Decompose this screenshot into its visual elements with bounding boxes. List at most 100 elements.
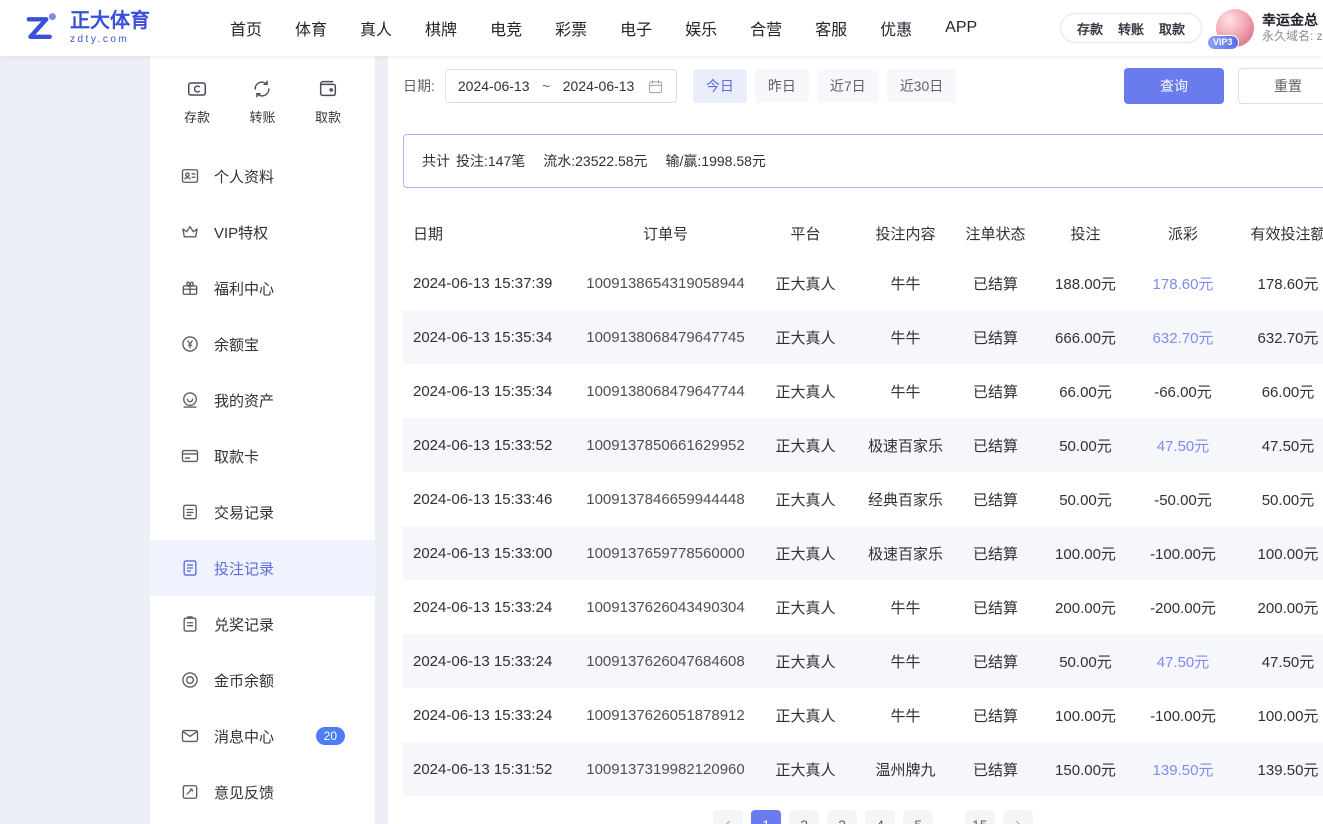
- sidebar-item-profile[interactable]: 个人资料: [150, 148, 375, 204]
- range-yesterday[interactable]: 昨日: [755, 69, 809, 103]
- filter-buttons: 查询 重置: [1124, 68, 1323, 104]
- nav-item-chess[interactable]: 棋牌: [425, 16, 457, 40]
- cell-valid: 139.50元: [1233, 742, 1323, 796]
- sidebar-quick-actions: 存款转账 取款: [150, 78, 375, 134]
- vip-badge: VIP3: [1207, 35, 1239, 50]
- range-today[interactable]: 今日: [693, 69, 747, 103]
- sidebar-item-message-center[interactable]: 消息中心20: [150, 708, 375, 764]
- main-nav: 首页 体育 真人 棋牌 电竞 彩票 电子 娱乐 合营 客服 优惠 APP: [230, 16, 977, 40]
- column-header-0: 日期: [403, 210, 578, 256]
- page-button-5[interactable]: 5: [903, 810, 933, 824]
- table-header-row: 日期订单号平台投注内容注单状态投注派彩有效投注额: [403, 210, 1323, 256]
- sidebar-item-label: 取款卡: [214, 446, 259, 467]
- cell-status: 已结算: [953, 580, 1038, 634]
- cell-valid: 47.50元: [1233, 634, 1323, 688]
- sidebar-item-label: 消息中心: [214, 726, 274, 747]
- pagination: 12345...15: [403, 810, 1323, 824]
- sidebar-item-withdraw-card[interactable]: 取款卡: [150, 428, 375, 484]
- cell-payout: 47.50元: [1133, 634, 1233, 688]
- cell-date: 2024-06-13 15:33:24: [403, 634, 578, 688]
- sidebar-item-transactions[interactable]: 交易记录: [150, 484, 375, 540]
- cell-date: 2024-06-13 15:37:39: [403, 256, 578, 310]
- cell-date: 2024-06-13 15:35:34: [403, 364, 578, 418]
- page-button-2[interactable]: 2: [789, 810, 819, 824]
- nav-item-sports[interactable]: 体育: [295, 16, 327, 40]
- sidebar-item-feedback[interactable]: 意见反馈: [150, 764, 375, 820]
- cell-bet: 66.00元: [1038, 364, 1133, 418]
- page-button-4[interactable]: 4: [865, 810, 895, 824]
- brand-logo[interactable]: 正大体育 zdty.com: [20, 7, 206, 49]
- sidebar-item-bet-records[interactable]: 投注记录: [150, 540, 375, 596]
- page-body: 存款转账 取款 个人资料 VIP特权福利中心余额宝我的资产取款卡交易记录投注记录兑奖…: [0, 56, 1323, 824]
- nav-item-esports[interactable]: 电竞: [490, 16, 522, 40]
- yuebao-icon: [180, 334, 200, 354]
- table-row: 2024-06-13 15:33:001009137659778560000正大…: [403, 526, 1323, 580]
- range-last30[interactable]: 近30日: [887, 69, 957, 103]
- cell-content: 极速百家乐: [858, 418, 953, 472]
- quick-action-deposit[interactable]: 存款: [184, 78, 210, 126]
- sidebar-item-vip[interactable]: VIP特权: [150, 204, 375, 260]
- quick-action-withdraw[interactable]: 取款: [315, 78, 341, 126]
- search-button[interactable]: 查询: [1124, 68, 1224, 104]
- quick-action-transfer[interactable]: 转账: [249, 78, 275, 126]
- nav-item-promo[interactable]: 优惠: [880, 16, 912, 40]
- nav-item-service[interactable]: 客服: [815, 16, 847, 40]
- nav-item-app[interactable]: APP: [945, 19, 977, 37]
- avatar[interactable]: VIP3: [1216, 9, 1254, 47]
- nav-item-slots[interactable]: 电子: [620, 16, 652, 40]
- nav-item-entertainment[interactable]: 娱乐: [685, 16, 717, 40]
- nav-item-lottery[interactable]: 彩票: [555, 16, 587, 40]
- date-range-picker[interactable]: 2024-06-13 ~ 2024-06-13: [445, 69, 677, 103]
- cell-content: 牛牛: [858, 256, 953, 310]
- sidebar-item-label: VIP特权: [214, 222, 268, 243]
- cell-valid: 178.60元: [1233, 256, 1323, 310]
- cell-bet: 150.00元: [1038, 742, 1133, 796]
- header-link-deposit[interactable]: 存款: [1077, 19, 1103, 38]
- column-header-7: 有效投注额: [1233, 210, 1323, 256]
- bet-records-table: 日期订单号平台投注内容注单状态投注派彩有效投注额 2024-06-13 15:3…: [403, 210, 1323, 796]
- cell-content: 经典百家乐: [858, 472, 953, 526]
- welfare-icon: [180, 278, 200, 298]
- sidebar-item-redeem-records[interactable]: 兑奖记录: [150, 596, 375, 652]
- sidebar-item-yuebao[interactable]: 余额宝: [150, 316, 375, 372]
- range-last7[interactable]: 近7日: [817, 69, 879, 103]
- date-from[interactable]: 2024-06-13: [458, 78, 530, 94]
- page-button-15[interactable]: 15: [965, 810, 995, 824]
- nav-item-partnership[interactable]: 合营: [750, 16, 782, 40]
- cell-status: 已结算: [953, 256, 1038, 310]
- cell-order: 1009138654319058944: [578, 256, 753, 310]
- nav-item-home[interactable]: 首页: [230, 16, 262, 40]
- cell-date: 2024-06-13 15:35:34: [403, 310, 578, 364]
- nav-item-live[interactable]: 真人: [360, 16, 392, 40]
- sidebar-item-label: 金币余额: [214, 670, 274, 691]
- next-page-button[interactable]: [1003, 810, 1033, 824]
- cell-date: 2024-06-13 15:33:46: [403, 472, 578, 526]
- date-to[interactable]: 2024-06-13: [563, 78, 635, 94]
- cell-bet: 100.00元: [1038, 688, 1133, 742]
- main-content: 日期: 2024-06-13 ~ 2024-06-13 今日昨日近7日近30日 …: [388, 56, 1323, 824]
- page-button-3[interactable]: 3: [827, 810, 857, 824]
- page-button-1[interactable]: 1: [751, 810, 781, 824]
- cell-status: 已结算: [953, 688, 1038, 742]
- cell-valid: 66.00元: [1233, 364, 1323, 418]
- feedback-icon: [180, 782, 200, 802]
- withdraw-icon: [317, 78, 339, 100]
- quick-action-label: 转账: [249, 107, 275, 126]
- calendar-icon[interactable]: [647, 78, 664, 95]
- cell-content: 极速百家乐: [858, 526, 953, 580]
- user-info[interactable]: VIP3 幸运金总 永久域名: z: [1216, 9, 1323, 47]
- user-meta: 幸运金总 永久域名: z: [1262, 11, 1323, 45]
- reset-button[interactable]: 重置: [1238, 68, 1323, 104]
- vip-icon: [180, 222, 200, 242]
- cell-platform: 正大真人: [753, 526, 858, 580]
- sidebar-item-assets[interactable]: 我的资产: [150, 372, 375, 428]
- sidebar-item-welfare[interactable]: 福利中心: [150, 260, 375, 316]
- header-link-withdraw[interactable]: 取款: [1159, 19, 1185, 38]
- sidebar-menu: 个人资料 VIP特权福利中心余额宝我的资产取款卡交易记录投注记录兑奖记录金币余额消…: [150, 148, 375, 820]
- sidebar-item-coin-balance[interactable]: 金币余额: [150, 652, 375, 708]
- prev-page-button[interactable]: [713, 810, 743, 824]
- table-row: 2024-06-13 15:33:241009137626047684608正大…: [403, 634, 1323, 688]
- quick-range-group: 今日昨日近7日近30日: [693, 69, 956, 103]
- table-row: 2024-06-13 15:33:461009137846659944448正大…: [403, 472, 1323, 526]
- header-link-transfer[interactable]: 转账: [1118, 19, 1144, 38]
